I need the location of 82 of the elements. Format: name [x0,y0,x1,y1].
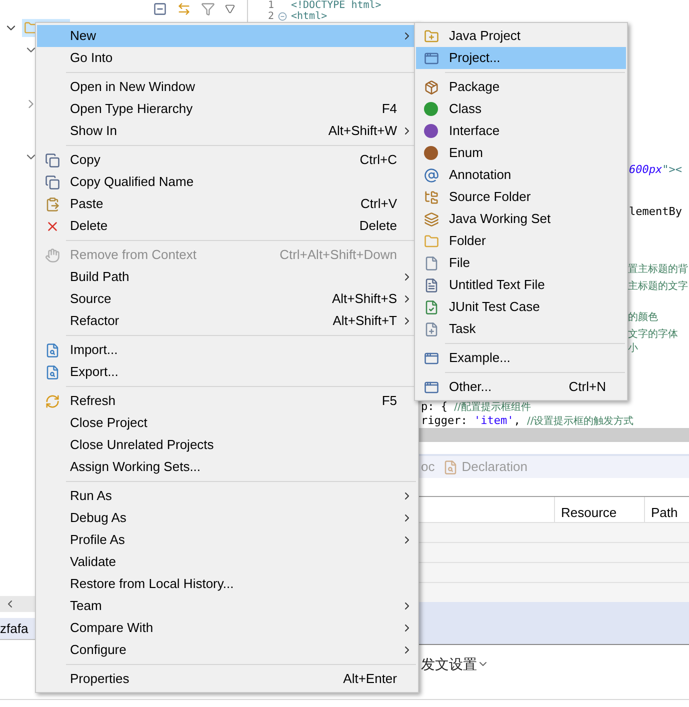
menu-item[interactable]: Configure [37,639,417,661]
code-line: rigger: 'item', //设置提示框的触发方式 [421,414,634,427]
code-line: 主标题的文字 [628,281,688,292]
menu-item[interactable]: Restore from Local History... [37,573,417,595]
code-line: 600px">< [629,163,682,176]
copy-icon [44,174,60,190]
code-line: 的颜色 [628,312,658,323]
window-icon [424,350,438,366]
menu-item[interactable]: Show In Alt+Shift+W [37,120,417,142]
folder-icon [424,28,438,44]
menu-item[interactable]: Assign Working Sets... [37,456,417,478]
clipboard-icon [44,196,60,212]
tab[interactable]: zfafa [0,618,28,638]
menu-item[interactable]: Project... [416,47,626,69]
window-icon [424,380,438,394]
fold-icon[interactable] [278,12,287,21]
code-line: 小 [628,343,638,354]
code-line: p: { //配置提示框组件 [421,400,531,413]
menu-item[interactable]: Open in New Window [37,76,417,98]
menu-item[interactable]: Copy Qualified Name [37,171,417,193]
dropdown-icon[interactable] [225,4,235,14]
code-line: 置主标题的背 [628,264,688,275]
code-line: 文字的字体 [628,329,678,340]
copy-icon [44,152,60,168]
refresh-icon [44,394,60,408]
code-line: <!DOCTYPE html> [291,0,382,11]
folder-icon [424,234,438,248]
collapse-icon[interactable] [153,2,167,16]
menu-item[interactable]: Other... Ctrl+N [416,376,626,398]
menu-item[interactable]: Go Into [37,47,417,69]
layers-icon [424,212,438,226]
menu-item[interactable]: Refactor Alt+Shift+T [37,310,417,332]
package-icon [424,80,438,94]
code-line: lementBy [629,205,682,218]
file-text-icon [424,278,438,292]
menu-item[interactable]: Build Path [37,266,417,288]
menu-item[interactable]: Open Type Hierarchy F4 [37,98,417,120]
menu-item[interactable]: Close Project [37,412,417,434]
link-icon[interactable] [177,2,191,16]
folder-icon [424,190,438,204]
menu-item[interactable]: Properties Alt+Enter [37,668,417,690]
menu-item[interactable]: Export... [37,361,417,383]
menu-item[interactable]: Folder [416,230,626,252]
menu-item[interactable]: Source Folder [416,186,626,208]
menu-item[interactable]: JUnit Test Case [416,296,626,318]
menu-item[interactable]: Annotation [416,164,626,186]
line-number: 2 [266,11,274,22]
menu-item[interactable]: Compare With [37,617,417,639]
menu-item[interactable]: Untitled Text File [416,274,626,296]
menu-item[interactable]: Team [37,595,417,617]
menu-item[interactable]: Interface [416,120,626,142]
menu-link[interactable]: 发文设置 [421,654,477,674]
menu-item[interactable]: Paste Ctrl+V [37,193,417,215]
menu-item[interactable]: File [416,252,626,274]
file-search-icon [442,460,458,474]
menu-item[interactable]: Enum [416,142,626,164]
file-icon [424,256,438,270]
filter-icon[interactable] [201,2,215,16]
menu-item[interactable]: Close Unrelated Projects [37,434,417,456]
menu-item[interactable]: Validate [37,551,417,573]
menu-item[interactable]: Delete Delete [37,215,417,237]
menu-item[interactable]: Package [416,76,626,98]
window-icon [424,50,438,66]
code-line: <html> [291,11,328,22]
menu-item[interactable]: Task [416,318,626,340]
hand-icon [44,248,60,262]
at-sign-icon [424,168,438,182]
menu-item[interactable]: Run As [37,485,417,507]
menu-item[interactable]: Java Project [416,25,626,47]
menu-item[interactable]: Refresh F5 [37,390,417,412]
line-number: 1 [266,0,274,11]
menu-item[interactable]: Debug As [37,507,417,529]
file-icon [424,322,438,336]
menu-item[interactable]: Profile As [37,529,417,551]
menu-item[interactable]: Class [416,98,626,120]
menu-item[interactable]: Java Working Set [416,208,626,230]
menu-item[interactable]: Source Alt+Shift+S [37,288,417,310]
menu-item[interactable]: Import... [37,339,417,361]
menu-item[interactable]: New [37,25,417,47]
menu-item[interactable]: Copy Ctrl+C [37,149,417,171]
menu-item[interactable]: Example... [416,347,626,369]
file-icon [424,300,438,314]
